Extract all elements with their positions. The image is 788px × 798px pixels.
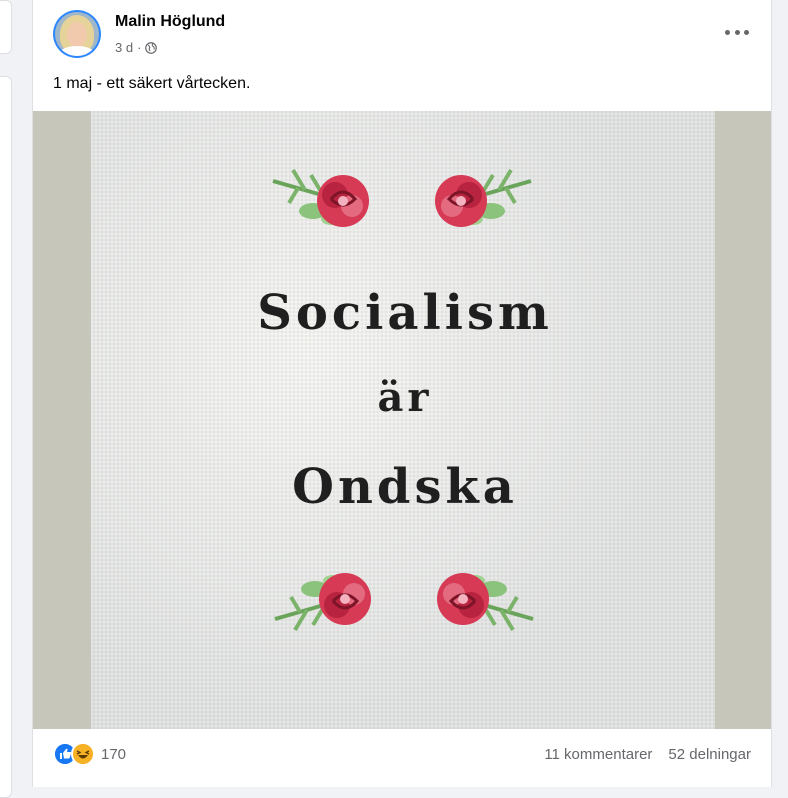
embroidery-line-2: är bbox=[378, 374, 433, 421]
embroidery-line-3: Ondska bbox=[292, 459, 518, 515]
comments-count[interactable]: 11 kommentarer bbox=[544, 746, 652, 763]
meta-separator: · bbox=[137, 40, 142, 55]
embroidery-image: Socialism är Ondska bbox=[91, 111, 715, 729]
side-card-bottom bbox=[0, 76, 12, 798]
reactions[interactable]: 170 bbox=[53, 742, 126, 766]
side-card-top bbox=[0, 0, 12, 54]
globe-icon bbox=[145, 41, 158, 54]
embroidery-line-1: Socialism bbox=[257, 285, 553, 341]
haha-icon bbox=[71, 742, 95, 766]
post-text: 1 maj - ett säkert vårtecken. bbox=[53, 75, 251, 92]
author-name[interactable]: Malin Höglund bbox=[115, 13, 225, 31]
post-meta: 3 d · bbox=[115, 40, 158, 55]
post-time[interactable]: 3 d bbox=[115, 40, 133, 55]
avatar[interactable] bbox=[53, 10, 101, 58]
shares-count[interactable]: 52 delningar bbox=[668, 746, 751, 763]
reaction-count[interactable]: 170 bbox=[101, 746, 126, 763]
more-icon[interactable] bbox=[725, 22, 749, 42]
post-image[interactable]: Socialism är Ondska bbox=[33, 111, 771, 729]
post-card: Malin Höglund 3 d · 1 maj - ett säkert v… bbox=[32, 0, 772, 787]
post-stats: 11 kommentarer 52 delningar bbox=[544, 746, 751, 763]
